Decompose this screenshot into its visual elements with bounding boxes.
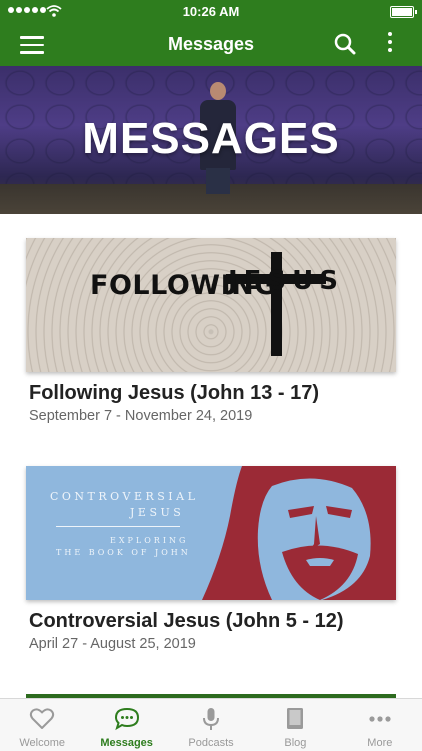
- status-bar: 10:26 AM: [0, 0, 422, 24]
- book-icon: [287, 708, 304, 729]
- tab-messages[interactable]: Messages: [84, 699, 168, 751]
- more-vertical-icon[interactable]: [386, 32, 394, 58]
- ellipsis-icon: [369, 716, 391, 722]
- artwork-text-secondary: JESUS: [228, 266, 344, 296]
- series-dates: September 7 - November 24, 2019: [29, 408, 253, 424]
- tab-label: More: [367, 737, 393, 749]
- battery-icon: [390, 6, 417, 18]
- page-title: Messages: [167, 34, 255, 54]
- status-time: 10:26 AM: [182, 4, 240, 19]
- microphone-icon: [203, 708, 220, 730]
- series-artwork[interactable]: FOLLOWING JESUS: [26, 238, 396, 372]
- tab-more[interactable]: More: [338, 699, 422, 751]
- tab-label: Welcome: [19, 737, 66, 749]
- chat-bubble-icon: [114, 707, 139, 731]
- hero-title: MESSAGES: [82, 114, 340, 163]
- series-title[interactable]: Following Jesus (John 13 - 17): [29, 382, 396, 405]
- tab-bar: Welcome Messages Podcasts Blog More: [0, 698, 422, 751]
- series-dates: April 27 - August 25, 2019: [29, 636, 196, 652]
- artwork-text: THE BOOK OF JOHN: [56, 548, 191, 557]
- tab-blog[interactable]: Blog: [253, 699, 337, 751]
- tab-podcasts[interactable]: Podcasts: [169, 699, 253, 751]
- tab-label: Blog: [284, 737, 307, 749]
- artwork-text: EXPLORING: [110, 536, 189, 545]
- tab-welcome[interactable]: Welcome: [0, 699, 84, 751]
- search-icon[interactable]: [334, 33, 356, 55]
- series-list: FOLLOWING JESUS Following Jesus (John 13…: [0, 214, 422, 698]
- series-card-controversial-jesus[interactable]: CONTROVERSIAL JESUS EXPLORING THE BOOK O…: [26, 466, 396, 652]
- tab-label: Messages: [100, 737, 153, 749]
- artwork-divider: [56, 526, 180, 527]
- jesus-face-illustration: [202, 466, 396, 600]
- series-title[interactable]: Controversial Jesus (John 5 - 12): [29, 610, 396, 633]
- artwork-text: CONTROVERSIAL: [50, 490, 199, 503]
- artwork-text: JESUS: [130, 506, 185, 519]
- nav-bar: Messages: [0, 24, 422, 66]
- hero-banner: MESSAGES: [0, 66, 422, 214]
- series-card-following-jesus[interactable]: FOLLOWING JESUS Following Jesus (John 13…: [26, 238, 396, 424]
- heart-icon: [30, 708, 55, 729]
- tab-label: Podcasts: [188, 737, 234, 749]
- series-artwork[interactable]: CONTROVERSIAL JESUS EXPLORING THE BOOK O…: [26, 466, 396, 600]
